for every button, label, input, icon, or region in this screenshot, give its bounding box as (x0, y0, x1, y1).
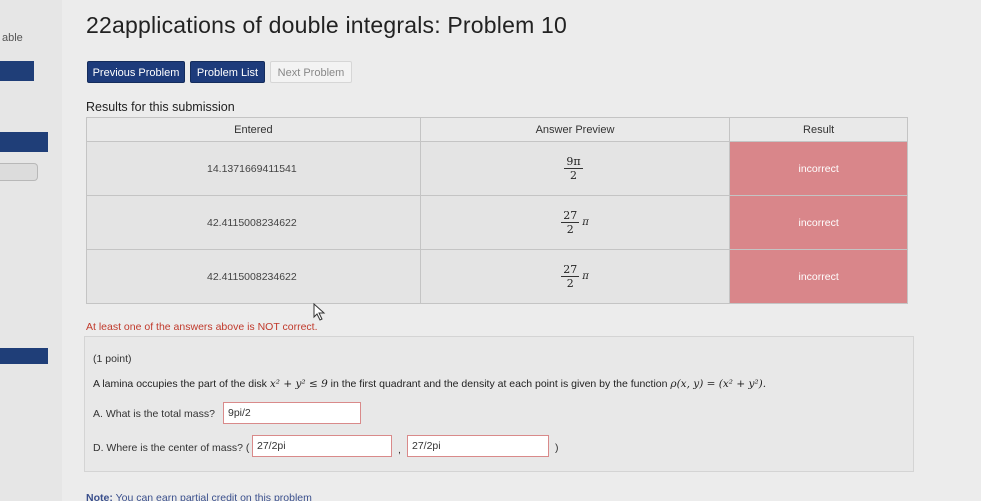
center-of-mass-x-input[interactable] (252, 435, 392, 457)
question-a-label: A. What is the total mass? (93, 408, 215, 420)
density-function: ρ(x, y) = (x² + y²). (670, 378, 767, 390)
result-badge: incorrect (729, 141, 908, 196)
result-badge: incorrect (729, 195, 908, 250)
preview-suffix: π (582, 271, 589, 282)
preview-suffix: π (582, 217, 589, 228)
comma-separator: , (398, 444, 401, 456)
sidebar-text: able (2, 32, 23, 44)
partial-credit-note: Note: You can earn partial credit on thi… (86, 492, 312, 501)
entered-value: 14.1371669411541 (86, 141, 421, 196)
sidebar-nav-item[interactable] (0, 132, 48, 152)
previous-problem-button[interactable]: Previous Problem (87, 61, 185, 83)
header-result: Result (729, 117, 908, 142)
answer-preview: 27 2 π (419, 249, 731, 304)
sidebar-input[interactable] (0, 163, 38, 181)
disk-inequality: x² + y² ≤ 9 (269, 378, 328, 390)
preview-denominator: 2 (570, 169, 577, 182)
preview-numerator: 27 (561, 263, 580, 277)
warning-message: At least one of the answers above is NOT… (86, 321, 318, 333)
answer-preview: 27 2 π (419, 195, 731, 250)
problem-panel: (1 point) A lamina occupies the part of … (84, 336, 914, 472)
problem-points: (1 point) (93, 353, 132, 365)
preview-numerator: 27 (561, 209, 580, 223)
problem-statement: A lamina occupies the part of the disk x… (93, 378, 767, 390)
left-sidebar: able (0, 0, 62, 501)
header-entered: Entered (86, 117, 421, 142)
entered-value: 42.4115008234622 (86, 195, 421, 250)
answer-preview: 9π 2 (419, 141, 731, 196)
results-heading: Results for this submission (86, 100, 235, 114)
header-answer-preview: Answer Preview (419, 117, 731, 142)
problem-list-button[interactable]: Problem List (190, 61, 265, 83)
preview-denominator: 2 (566, 277, 574, 290)
close-paren: ) (555, 442, 559, 454)
results-table: Entered Answer Preview Result 14.1371669… (86, 117, 908, 304)
table-row: 14.1371669411541 9π 2 incorrect (86, 141, 908, 196)
table-row: 42.4115008234622 27 2 π incorrect (86, 249, 908, 304)
sidebar-nav-item[interactable] (0, 348, 48, 364)
center-of-mass-y-input[interactable] (407, 435, 549, 457)
preview-denominator: 2 (566, 223, 574, 236)
table-row: 42.4115008234622 27 2 π incorrect (86, 195, 908, 250)
page-title: 22applications of double integrals: Prob… (86, 12, 568, 38)
question-d-label: D. Where is the center of mass? ( (93, 442, 250, 454)
preview-numerator: 9π (564, 155, 583, 169)
result-badge: incorrect (729, 249, 908, 304)
total-mass-input[interactable] (223, 402, 361, 424)
entered-value: 42.4115008234622 (86, 249, 421, 304)
sidebar-nav-item[interactable] (0, 61, 34, 81)
next-problem-button[interactable]: Next Problem (270, 61, 352, 83)
mouse-cursor-icon (313, 303, 326, 321)
